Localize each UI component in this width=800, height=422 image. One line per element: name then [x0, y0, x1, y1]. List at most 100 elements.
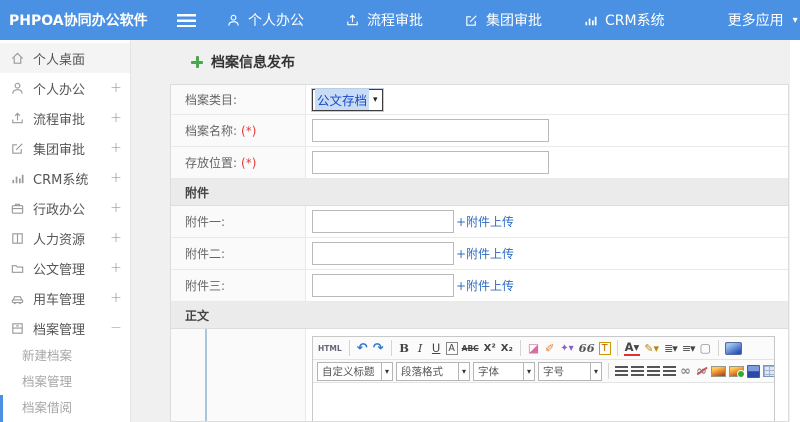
- storage-location-input[interactable]: [312, 151, 549, 174]
- home-icon: [10, 51, 25, 66]
- expand-toggle-icon[interactable]: +: [110, 200, 122, 216]
- sidebar-item[interactable]: 行政办公 +: [0, 193, 130, 223]
- topnav-item[interactable]: 个人办公: [226, 10, 313, 30]
- expand-toggle-icon[interactable]: −: [110, 320, 122, 336]
- attachment-upload-link[interactable]: +附件上传: [456, 277, 514, 294]
- active-indicator: [0, 395, 3, 422]
- ordered-list-icon[interactable]: ≣▾: [663, 339, 678, 357]
- sidebar-item[interactable]: 人力资源 +: [0, 223, 130, 253]
- font-box-icon[interactable]: A: [445, 341, 458, 355]
- form-row-attachment: 附件三: +附件上传: [171, 270, 788, 302]
- required-mark: (*): [241, 155, 257, 170]
- caret-down-icon: ▾: [792, 14, 798, 26]
- redo-icon[interactable]: ↷: [372, 339, 385, 357]
- scrollbar-track[interactable]: [790, 40, 800, 422]
- link-icon[interactable]: ∞: [679, 362, 692, 380]
- undo-icon[interactable]: ↶: [356, 339, 369, 357]
- sidebar-item[interactable]: 集团审批 +: [0, 133, 130, 163]
- strikethrough-icon[interactable]: ABC: [461, 339, 480, 357]
- unlink-icon[interactable]: ∞: [695, 362, 708, 380]
- italic-icon[interactable]: I: [414, 339, 427, 357]
- highlight-color-icon[interactable]: ✎▾: [643, 339, 660, 357]
- align-justify-icon[interactable]: [663, 366, 676, 376]
- new-page-icon[interactable]: ▢: [699, 339, 712, 357]
- font-color-icon[interactable]: A▾: [623, 341, 641, 356]
- topnav-item[interactable]: CRM系统: [583, 10, 674, 30]
- more-apps: [706, 13, 721, 28]
- expand-toggle-icon[interactable]: +: [110, 170, 122, 186]
- editor-dropdown[interactable]: 自定义标题 ▾: [317, 361, 393, 381]
- sidebar-item[interactable]: 个人办公 +: [0, 73, 130, 103]
- underline-icon[interactable]: U: [430, 339, 443, 357]
- sidebar-subitem[interactable]: 新建档案: [0, 343, 130, 369]
- expand-toggle-icon[interactable]: +: [110, 290, 122, 306]
- sidebar-subitem[interactable]: 档案借阅: [0, 395, 130, 421]
- sidebar-item[interactable]: CRM系统 +: [0, 163, 130, 193]
- html-source-icon[interactable]: HTML: [317, 339, 343, 357]
- eraser-icon[interactable]: ◪: [527, 339, 540, 357]
- align-center-icon[interactable]: [631, 366, 644, 376]
- required-mark: (*): [241, 123, 257, 138]
- superscript-icon[interactable]: X²: [483, 339, 497, 357]
- topbar: PHPOA协同办公软件 个人办公 流程审批 集团审批 CRM系统 更多应用 ▾: [0, 0, 800, 40]
- briefcase-icon: [10, 201, 25, 216]
- expand-toggle-icon[interactable]: +: [110, 80, 122, 96]
- insert-image-icon[interactable]: [729, 365, 745, 378]
- name-label: 档案名称: (*): [171, 115, 306, 146]
- sidebar-item[interactable]: 个人桌面: [0, 43, 130, 73]
- media-icon[interactable]: [747, 364, 760, 378]
- topnav-item-label: CRM系统: [605, 13, 665, 29]
- align-left-icon[interactable]: [615, 366, 628, 376]
- sidebar-item[interactable]: 流程审批 +: [0, 103, 130, 133]
- image-icon[interactable]: [711, 365, 726, 377]
- topnav-item[interactable]: 更多应用 ▾: [706, 10, 798, 30]
- table-icon[interactable]: [763, 365, 774, 377]
- attachment-input[interactable]: [312, 274, 454, 297]
- archive-name-input[interactable]: [312, 119, 549, 142]
- attachment-upload-link[interactable]: +附件上传: [456, 245, 514, 262]
- sidebar-item[interactable]: 公文管理 +: [0, 253, 130, 283]
- topnav-item-label: 个人办公: [248, 13, 304, 29]
- format-painter-icon[interactable]: ✦▾: [559, 339, 574, 357]
- bold-icon[interactable]: B: [398, 339, 411, 357]
- blockquote-icon[interactable]: 66: [578, 339, 596, 357]
- attachment-upload-link[interactable]: +附件上传: [456, 213, 514, 230]
- topnav-item[interactable]: 集团审批: [464, 10, 551, 30]
- sidebar-item-label: 用车管理: [33, 292, 86, 308]
- body-label-cell: [171, 329, 306, 421]
- expand-toggle-icon[interactable]: +: [110, 140, 122, 156]
- expand-toggle-icon[interactable]: +: [110, 260, 122, 276]
- editor-dropdown[interactable]: 字号 ▾: [538, 361, 602, 381]
- attachment-label: 附件一:: [171, 206, 306, 237]
- align-right-icon[interactable]: [647, 366, 660, 376]
- sidebar-subitem[interactable]: 档案管理: [0, 369, 130, 395]
- editor-dropdown-label: 段落格式: [401, 365, 443, 378]
- topnav-item[interactable]: 流程审批: [345, 10, 432, 30]
- editor-content[interactable]: [313, 383, 774, 421]
- paste-word-icon[interactable]: T: [598, 341, 611, 355]
- toolbar-separator: [390, 340, 392, 356]
- sidebar-item-label: 公文管理: [33, 262, 86, 278]
- editor-dropdown[interactable]: 段落格式 ▾: [396, 361, 470, 381]
- body-section-header: 正文: [171, 302, 788, 329]
- expand-toggle-icon[interactable]: +: [110, 110, 122, 126]
- form-row-attachment: 附件二: +附件上传: [171, 238, 788, 270]
- sidebar-item-label: 人力资源: [33, 232, 86, 248]
- fullscreen-icon[interactable]: [724, 341, 742, 355]
- attachment-input[interactable]: [312, 210, 454, 233]
- sidebar-item[interactable]: 用车管理 +: [0, 283, 130, 313]
- form-row-location: 存放位置: (*): [171, 147, 788, 179]
- editor-dropdown[interactable]: 字体 ▾: [473, 361, 535, 381]
- attachments-section-header: 附件: [171, 179, 788, 206]
- unordered-list-icon[interactable]: ≡▾: [681, 339, 696, 357]
- clean-format-icon[interactable]: ✐: [543, 339, 556, 357]
- expand-toggle-icon[interactable]: +: [110, 230, 122, 246]
- category-select[interactable]: 公文存档 ▾: [312, 88, 383, 111]
- category-select-value: 公文存档: [315, 89, 370, 110]
- attachment-input[interactable]: [312, 242, 454, 265]
- menu-toggle-icon[interactable]: [177, 13, 196, 27]
- sidebar-item[interactable]: 档案管理 −: [0, 313, 130, 343]
- subscript-icon[interactable]: X₂: [500, 339, 514, 357]
- toolbar-separator: [616, 340, 618, 356]
- location-label: 存放位置: (*): [171, 147, 306, 178]
